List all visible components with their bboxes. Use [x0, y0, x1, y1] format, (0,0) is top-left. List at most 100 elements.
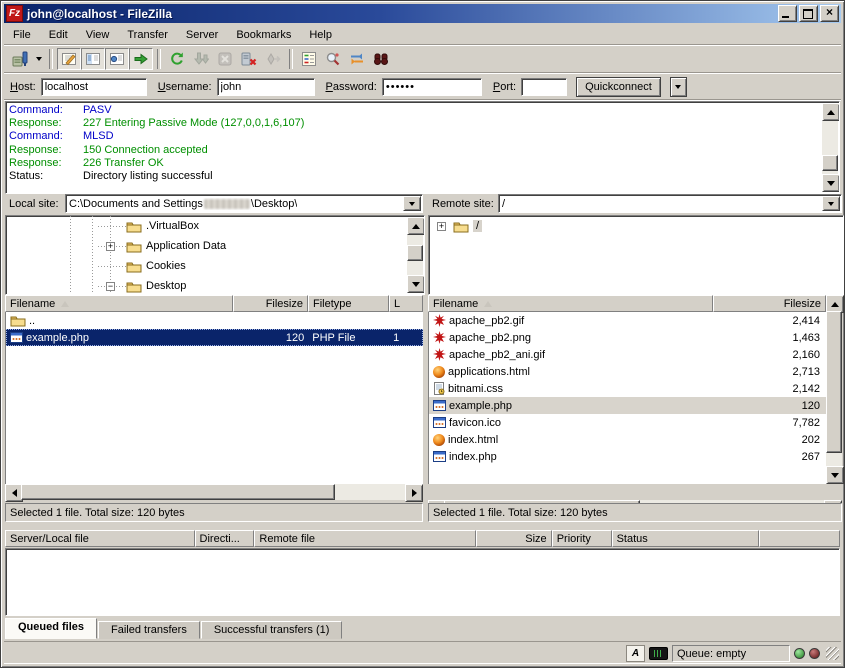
- column-label: Filetype: [313, 298, 352, 310]
- quickconnect-dropdown-button[interactable]: [670, 77, 687, 97]
- find-files-button[interactable]: [369, 48, 393, 70]
- column-header-directi[interactable]: Directi...: [195, 530, 255, 547]
- column-header-filesize[interactable]: Filesize: [233, 295, 308, 312]
- quickconnect-button[interactable]: Quickconnect: [576, 77, 661, 97]
- scrollbar-thumb[interactable]: [407, 245, 423, 261]
- toolbar-separator: [157, 49, 161, 69]
- menu-item-transfer[interactable]: Transfer: [118, 27, 177, 43]
- username-input[interactable]: [217, 78, 315, 96]
- tab-successful-transfers-1[interactable]: Successful transfers (1): [201, 621, 343, 639]
- scroll-up-button[interactable]: [407, 217, 425, 235]
- log-scrollbar[interactable]: [822, 103, 838, 192]
- title-bar[interactable]: Fz john@localhost - FileZilla ×: [4, 4, 841, 23]
- remote-site-dropdown[interactable]: [822, 196, 840, 211]
- file-row-favicon-ico[interactable]: favicon.ico7,782: [429, 414, 826, 431]
- arrow-down-icon: [412, 282, 420, 287]
- column-header-status[interactable]: Status: [612, 530, 760, 547]
- expand-icon[interactable]: +: [437, 222, 446, 231]
- remote-vertical-scrollbar[interactable]: [826, 295, 842, 484]
- scroll-right-button[interactable]: [405, 484, 423, 502]
- column-header-filesize[interactable]: Filesize: [713, 295, 826, 312]
- menu-item-view[interactable]: View: [77, 27, 119, 43]
- file-row-index-html[interactable]: index.html202: [429, 431, 826, 448]
- column-header-filetype[interactable]: Filetype: [308, 295, 389, 312]
- menu-item-server[interactable]: Server: [177, 27, 227, 43]
- column-header-filename[interactable]: Filename: [5, 295, 233, 312]
- process-queue-button[interactable]: [189, 48, 213, 70]
- scrollbar-thumb[interactable]: [822, 155, 838, 171]
- site-manager-button[interactable]: [8, 48, 32, 70]
- local-site-combo[interactable]: C:\Documents and Settings\Desktop\: [65, 194, 423, 213]
- column-header-size[interactable]: Size: [476, 530, 552, 547]
- scroll-down-button[interactable]: [822, 174, 840, 192]
- file-row-apache-pb2-ani-gif[interactable]: apache_pb2_ani.gif2,160: [429, 346, 826, 363]
- scroll-down-button[interactable]: [407, 275, 425, 293]
- scrollbar-thumb[interactable]: [21, 484, 335, 500]
- tree-item-virtualbox[interactable]: .VirtualBox: [6, 216, 424, 236]
- menu-item-file[interactable]: File: [4, 27, 40, 43]
- directory-listing-filters-button[interactable]: [297, 48, 321, 70]
- file-row-applications-html[interactable]: applications.html2,713: [429, 363, 826, 380]
- resize-grip[interactable]: [826, 647, 839, 660]
- minimize-button[interactable]: [778, 5, 797, 22]
- expand-icon[interactable]: +: [106, 242, 115, 251]
- toggle-local-tree-button[interactable]: [81, 48, 105, 70]
- remote-path: /: [502, 198, 505, 210]
- disconnect-button[interactable]: [237, 48, 261, 70]
- column-header-filename[interactable]: Filename: [428, 295, 713, 312]
- remote-site-combo[interactable]: /: [498, 194, 842, 213]
- local-horizontal-scrollbar[interactable]: [5, 484, 423, 500]
- tab-failed-transfers[interactable]: Failed transfers: [98, 621, 200, 639]
- file-row-example-php[interactable]: example.php120: [429, 397, 826, 414]
- transfer-type-ascii-icon[interactable]: A: [626, 645, 645, 662]
- close-button[interactable]: ×: [820, 5, 839, 22]
- local-tree-scrollbar[interactable]: [407, 217, 423, 293]
- refresh-button[interactable]: [165, 48, 189, 70]
- site-manager-dropdown[interactable]: [32, 48, 45, 70]
- toggle-remote-tree-button[interactable]: [105, 48, 129, 70]
- toggle-message-log-button[interactable]: [57, 48, 81, 70]
- tree-item-application-data[interactable]: +Application Data: [6, 236, 424, 256]
- toggle-transfer-queue-button[interactable]: [129, 48, 153, 70]
- reconnect-button[interactable]: [261, 48, 285, 70]
- window-title: john@localhost - FileZilla: [27, 7, 778, 21]
- maximize-button[interactable]: [799, 5, 818, 22]
- file-row-apache-pb2-gif[interactable]: apache_pb2.gif2,414: [429, 312, 826, 329]
- port-input[interactable]: [521, 78, 567, 96]
- column-header-l[interactable]: L: [389, 295, 423, 312]
- local-site-dropdown[interactable]: [403, 196, 421, 211]
- column-header-blank[interactable]: [759, 530, 840, 547]
- collapse-icon[interactable]: −: [106, 282, 115, 291]
- tree-item-desktop[interactable]: −Desktop: [6, 276, 424, 295]
- file-row-bitnami-css[interactable]: bitnami.css2,142: [429, 380, 826, 397]
- tree-item-cookies[interactable]: Cookies: [6, 256, 424, 276]
- menu-item-edit[interactable]: Edit: [40, 27, 77, 43]
- password-input[interactable]: [382, 78, 482, 96]
- file-row-apache-pb2-png[interactable]: apache_pb2.png1,463: [429, 329, 826, 346]
- tab-queued-files[interactable]: Queued files: [5, 618, 97, 639]
- host-input[interactable]: [41, 78, 147, 96]
- queue-tabs: Queued filesFailed transfersSuccessful t…: [5, 617, 343, 639]
- folder-icon: [126, 260, 142, 273]
- scroll-down-button[interactable]: [826, 466, 844, 484]
- transfer-queue-list[interactable]: [5, 548, 840, 616]
- scroll-up-button[interactable]: [822, 103, 840, 121]
- scrollbar-thumb[interactable]: [826, 311, 842, 453]
- synchronized-browsing-button[interactable]: [345, 48, 369, 70]
- tree-item-root[interactable]: +/: [429, 216, 843, 236]
- log-entry-text: 150 Connection accepted: [83, 144, 208, 157]
- local-site-bar: Local site: C:\Documents and Settings\De…: [5, 194, 423, 214]
- column-header-priority[interactable]: Priority: [552, 530, 612, 547]
- directory-comparison-button[interactable]: [321, 48, 345, 70]
- column-header-server-local-file[interactable]: Server/Local file: [5, 530, 195, 547]
- file-row-example-php[interactable]: example.php120PHP File1: [6, 329, 423, 346]
- column-header-remote-file[interactable]: Remote file: [254, 530, 475, 547]
- cancel-operation-button[interactable]: [213, 48, 237, 70]
- file-row-index-php[interactable]: index.php267: [429, 448, 826, 465]
- file-row-[interactable]: ..: [6, 312, 423, 329]
- speed-limit-icon[interactable]: [649, 647, 668, 660]
- menu-item-help[interactable]: Help: [300, 27, 341, 43]
- folder-icon: [126, 280, 142, 293]
- activity-led-green-icon: [794, 648, 805, 659]
- menu-item-bookmarks[interactable]: Bookmarks: [227, 27, 300, 43]
